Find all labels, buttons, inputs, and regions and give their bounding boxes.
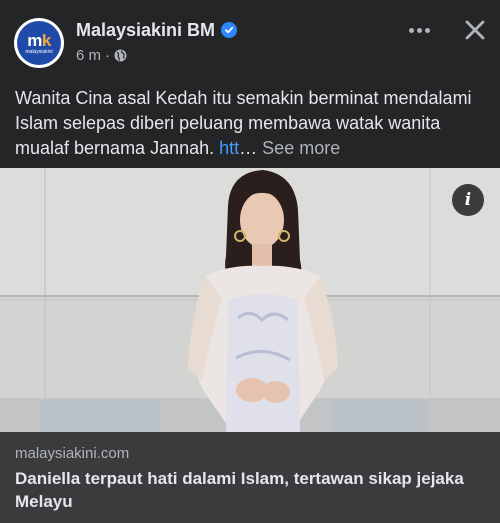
post-caption: Wanita Cina asal Kedah itu semakin bermi…	[15, 86, 490, 161]
post-photo	[0, 168, 500, 432]
malaysiakini-logo: mk malaysiakini	[17, 21, 61, 65]
post-header: mk malaysiakini Malaysiakini BM 6 m ·	[0, 0, 500, 82]
close-icon[interactable]	[461, 16, 489, 44]
info-icon[interactable]: i	[452, 184, 484, 216]
post-meta: 6 m ·	[76, 47, 127, 64]
page-avatar[interactable]: mk malaysiakini	[14, 18, 64, 68]
link-domain[interactable]: malaysiakini.com	[15, 445, 129, 462]
more-options-icon[interactable]	[404, 18, 434, 42]
verified-badge-icon	[221, 22, 237, 38]
post-timestamp[interactable]: 6 m	[76, 47, 101, 64]
page-name[interactable]: Malaysiakini BM	[76, 20, 215, 41]
meta-separator: ·	[105, 47, 111, 64]
globe-icon	[114, 49, 127, 62]
see-more-link[interactable]: See more	[262, 138, 340, 158]
caption-link[interactable]: htt	[219, 138, 239, 158]
facebook-post: mk malaysiakini Malaysiakini BM 6 m · Wa…	[0, 0, 500, 523]
link-headline[interactable]: Daniella terpaut hati dalami Islam, tert…	[15, 467, 485, 513]
logo-mark: mk	[27, 30, 51, 50]
logo-subtext: malaysiakini	[25, 48, 53, 55]
caption-ellipsis: …	[239, 138, 258, 158]
post-image[interactable]	[0, 168, 500, 432]
